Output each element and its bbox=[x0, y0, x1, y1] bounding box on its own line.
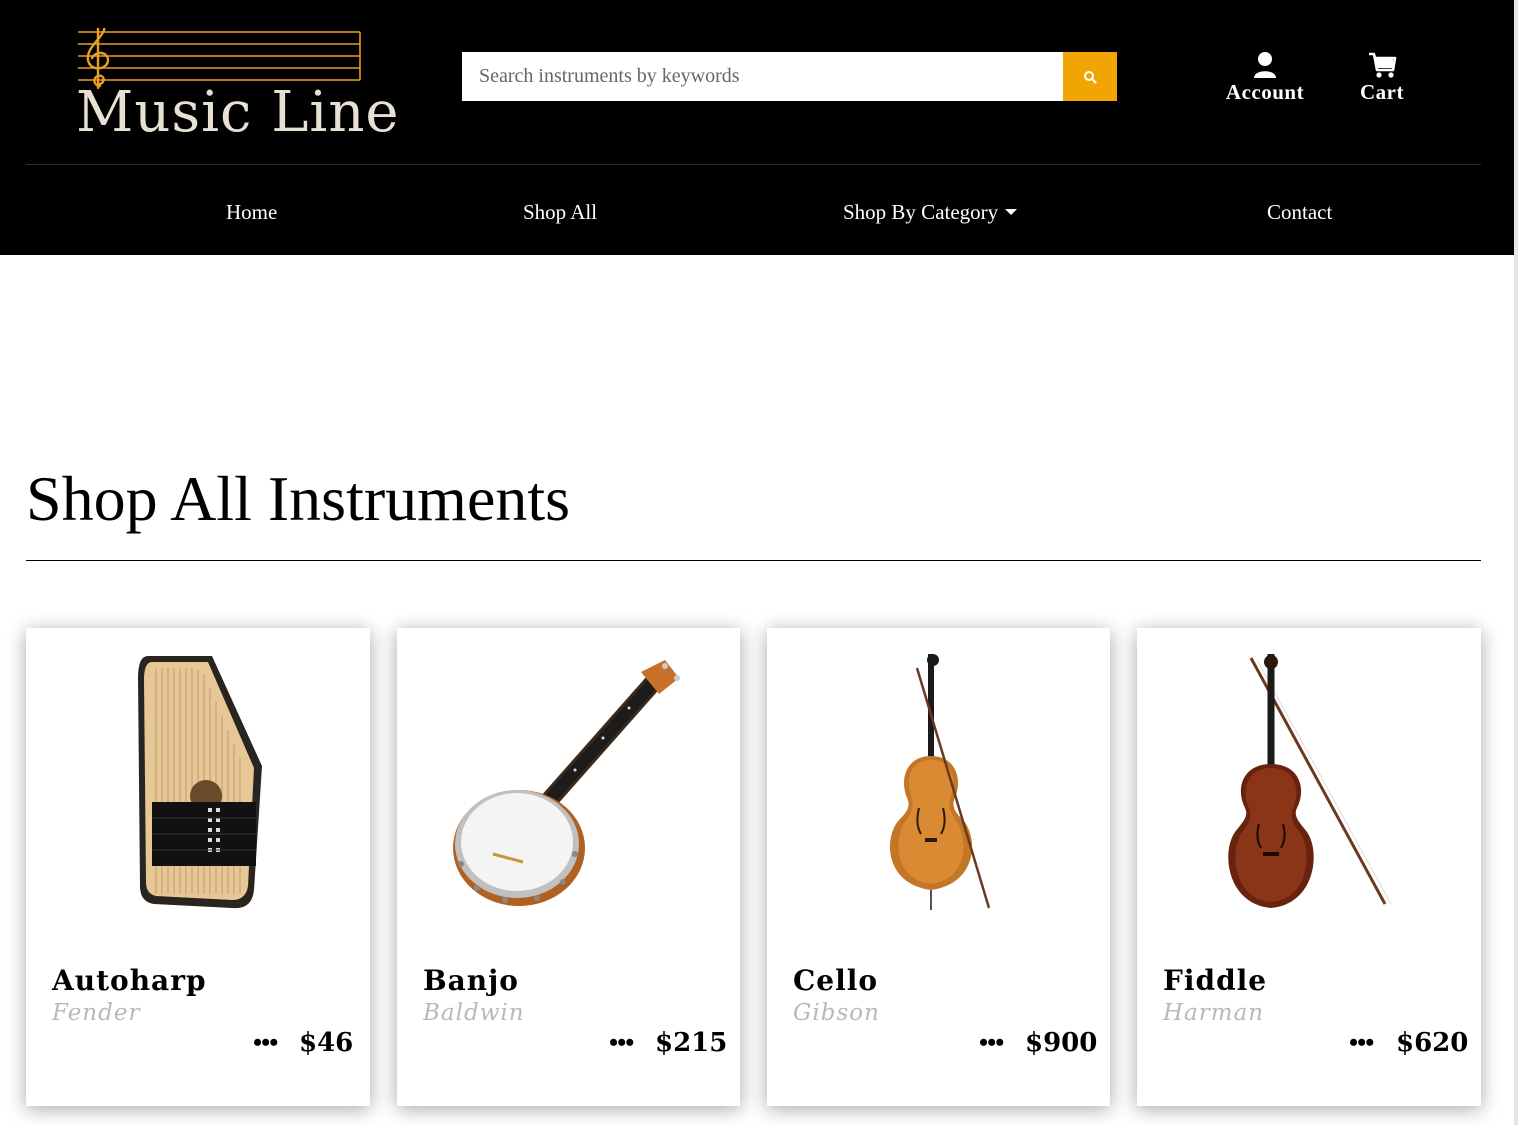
product-card-cello[interactable]: Cello Gibson ••• $900 bbox=[767, 628, 1110, 1106]
search-button[interactable] bbox=[1063, 52, 1117, 101]
banjo-image bbox=[453, 660, 680, 906]
product-price: $900 bbox=[1025, 1028, 1098, 1058]
product-card-autoharp[interactable]: Autoharp Fender ••• $46 bbox=[26, 628, 370, 1106]
logo-text: Music Line bbox=[76, 80, 400, 145]
fiddle-image bbox=[1228, 654, 1392, 908]
header-divider bbox=[26, 164, 1481, 165]
caret-down-icon bbox=[1005, 209, 1018, 215]
more-options-icon[interactable]: ••• bbox=[979, 1030, 1004, 1056]
product-brand: Harman bbox=[1163, 1000, 1265, 1026]
cart-label: Cart bbox=[1360, 80, 1404, 104]
search-icon bbox=[1084, 70, 1097, 84]
site-logo[interactable]: Music Line bbox=[76, 18, 399, 148]
nav-contact[interactable]: Contact bbox=[1267, 200, 1332, 225]
scrollbar[interactable] bbox=[1514, 0, 1518, 1125]
more-options-icon[interactable]: ••• bbox=[1349, 1030, 1374, 1056]
product-brand: Baldwin bbox=[423, 1000, 525, 1026]
nav-home[interactable]: Home bbox=[226, 200, 277, 225]
product-name: Cello bbox=[793, 964, 879, 997]
account-button[interactable]: Account bbox=[1218, 50, 1312, 105]
cello-image bbox=[889, 654, 991, 910]
nav-shop-all[interactable]: Shop All bbox=[523, 200, 597, 225]
more-options-icon[interactable]: ••• bbox=[609, 1030, 634, 1056]
account-label: Account bbox=[1225, 80, 1305, 104]
site-header: Music Line Account Cart Home Shop All Sh… bbox=[0, 0, 1514, 255]
cart-icon bbox=[1369, 52, 1397, 78]
search-bar bbox=[462, 52, 1117, 101]
title-divider bbox=[26, 560, 1481, 561]
product-brand: Fender bbox=[52, 1000, 141, 1026]
user-icon bbox=[1254, 52, 1276, 78]
product-name: Autoharp bbox=[52, 964, 207, 997]
nav-shop-by-category-label: Shop By Category bbox=[843, 200, 999, 224]
product-price: $620 bbox=[1396, 1028, 1469, 1058]
product-card-fiddle[interactable]: Fiddle Harman ••• $620 bbox=[1137, 628, 1481, 1106]
search-input[interactable] bbox=[462, 52, 1063, 101]
nav-shop-by-category[interactable]: Shop By Category bbox=[843, 200, 1018, 225]
product-name: Fiddle bbox=[1163, 964, 1268, 997]
product-price: $215 bbox=[655, 1028, 728, 1058]
product-price: $46 bbox=[299, 1028, 354, 1058]
page-title: Shop All Instruments bbox=[26, 463, 571, 534]
autoharp-image bbox=[138, 656, 262, 909]
more-options-icon[interactable]: ••• bbox=[253, 1030, 278, 1056]
product-brand: Gibson bbox=[793, 1000, 880, 1026]
product-name: Banjo bbox=[423, 964, 519, 997]
product-card-banjo[interactable]: Banjo Baldwin ••• $215 bbox=[397, 628, 740, 1106]
cart-button[interactable]: Cart bbox=[1350, 50, 1414, 105]
